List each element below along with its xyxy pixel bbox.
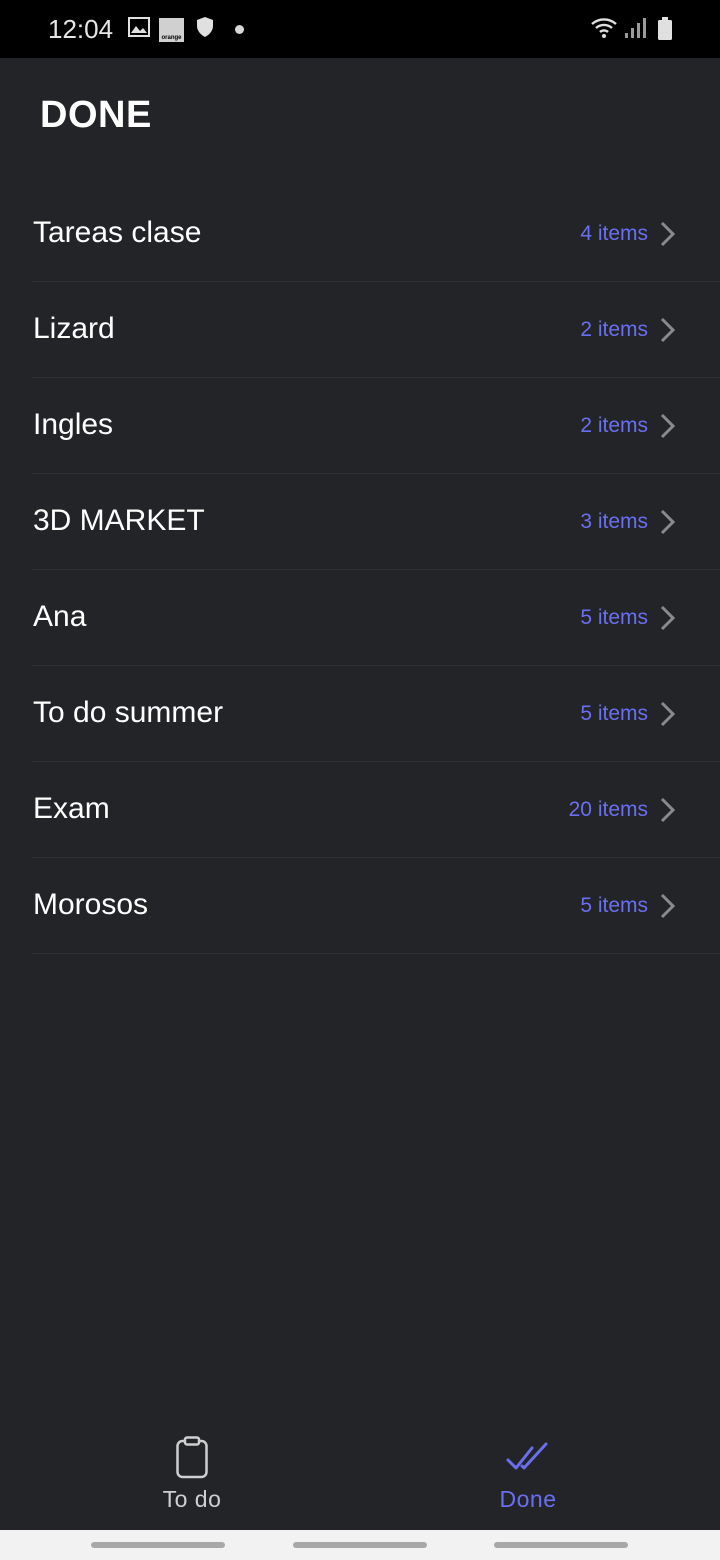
list-item[interactable]: Exam 20 items	[0, 762, 720, 858]
list-item-name: To do summer	[33, 696, 224, 729]
chevron-right-icon	[658, 317, 676, 348]
gallery-icon	[128, 16, 150, 43]
tab-done[interactable]: Done	[428, 1412, 628, 1530]
clipboard-icon	[175, 1436, 209, 1480]
list-item-count: 2 items	[580, 318, 648, 341]
back-button[interactable]	[494, 1542, 628, 1548]
bottom-nav: To do Done	[0, 1412, 720, 1530]
list-item-name: Morosos	[33, 888, 149, 921]
list-item-name: Lizard	[33, 312, 115, 345]
done-list: Tareas clase 4 items Lizard 2 items Ingl…	[0, 186, 720, 954]
list-item-count: 5 items	[580, 606, 648, 629]
list-item[interactable]: Lizard 2 items	[0, 282, 720, 378]
list-item[interactable]: Morosos 5 items	[0, 858, 720, 954]
battery-icon	[657, 16, 673, 47]
list-item[interactable]: Ingles 2 items	[0, 378, 720, 474]
wifi-icon	[590, 16, 618, 45]
tab-done-label: Done	[499, 1486, 557, 1512]
recent-apps-button[interactable]	[91, 1542, 225, 1548]
list-item[interactable]: To do summer 5 items	[0, 666, 720, 762]
list-item-count: 2 items	[580, 414, 648, 437]
tab-todo[interactable]: To do	[92, 1412, 292, 1530]
signal-icon	[624, 16, 646, 45]
chevron-right-icon	[658, 413, 676, 444]
list-item-count: 4 items	[580, 222, 648, 245]
list-item-name: 3D MARKET	[33, 504, 205, 537]
notification-dot	[235, 25, 244, 34]
list-item-name: Ingles	[33, 408, 114, 441]
double-check-icon	[506, 1436, 550, 1480]
list-item[interactable]: Tareas clase 4 items	[0, 186, 720, 282]
tab-todo-label: To do	[162, 1486, 222, 1512]
list-item-count: 20 items	[568, 798, 648, 821]
app-screen: 12:04 orange DONE Tareas clase 4 items L…	[0, 0, 720, 1560]
list-item-name: Exam	[33, 792, 110, 825]
status-time: 12:04	[48, 14, 114, 44]
list-item-name: Tareas clase	[33, 216, 202, 249]
carrier-logo: orange	[159, 18, 184, 42]
chevron-right-icon	[658, 701, 676, 732]
list-item-count: 5 items	[580, 702, 648, 725]
chevron-right-icon	[658, 797, 676, 828]
home-button[interactable]	[293, 1542, 427, 1548]
chevron-right-icon	[658, 605, 676, 636]
chevron-right-icon	[658, 221, 676, 252]
shield-icon	[196, 16, 214, 43]
chevron-right-icon	[658, 893, 676, 924]
list-item-name: Ana	[33, 600, 87, 633]
list-item-count: 5 items	[580, 894, 648, 917]
list-item-count: 3 items	[580, 510, 648, 533]
chevron-right-icon	[658, 509, 676, 540]
status-bar: 12:04 orange	[0, 0, 720, 58]
system-nav-bar	[0, 1530, 720, 1560]
list-item[interactable]: Ana 5 items	[0, 570, 720, 666]
page-title: DONE	[40, 94, 152, 136]
list-item[interactable]: 3D MARKET 3 items	[0, 474, 720, 570]
